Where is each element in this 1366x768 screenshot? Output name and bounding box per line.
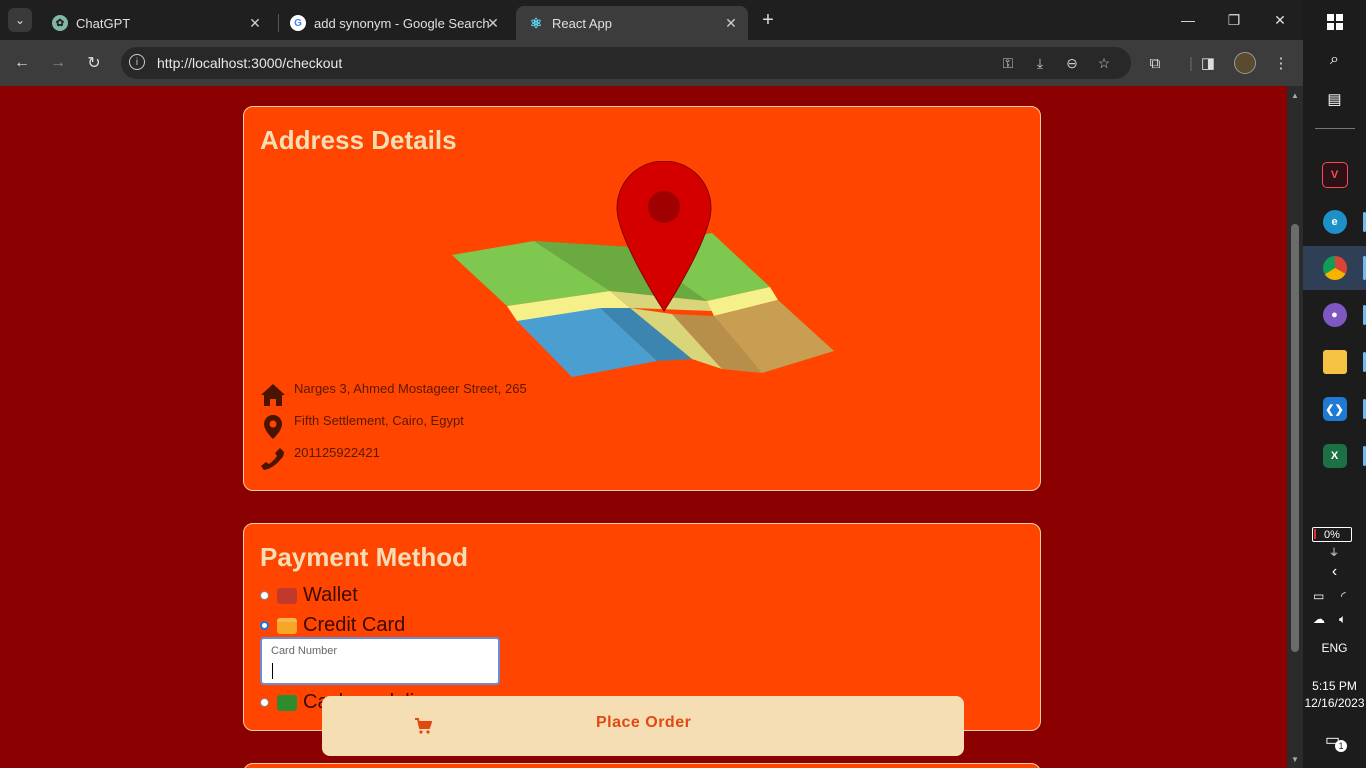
reload-button[interactable]: ↻ — [83, 52, 105, 74]
credit-card-icon — [277, 617, 297, 634]
scroll-down-arrow[interactable]: ▼ — [1287, 752, 1303, 766]
show-hidden-icons-button[interactable]: ‹ — [1303, 563, 1366, 581]
place-order-button[interactable]: Place Order — [322, 696, 964, 756]
home-icon — [261, 384, 285, 406]
scroll-up-arrow[interactable]: ▲ — [1287, 88, 1303, 102]
credit-card-label: Credit Card — [303, 614, 406, 636]
language-indicator[interactable]: ENG — [1303, 641, 1366, 655]
profile-avatar[interactable] — [1234, 52, 1256, 74]
text-caret — [272, 663, 273, 679]
google-icon: G — [290, 15, 306, 31]
place-order-label: Place Order — [596, 714, 692, 731]
volume-icon[interactable]: 🔈︎ — [1339, 612, 1346, 627]
bookmark-star-icon[interactable]: ☆ — [1095, 54, 1113, 72]
search-button[interactable]: ⌕ — [1303, 38, 1366, 82]
taskbar-app-vscode[interactable]: ❮❯ — [1303, 387, 1366, 431]
card-number-field[interactable]: Card Number — [260, 637, 500, 685]
taskbar-divider — [1315, 128, 1355, 129]
phone-icon — [261, 448, 284, 470]
address-card: Address Details Narges 3, Ahmed Mostagee… — [243, 106, 1041, 491]
taskbar-app-file-explorer[interactable] — [1303, 340, 1366, 384]
menu-icon[interactable]: ⋮ — [1270, 52, 1292, 74]
address-title: Address Details — [260, 125, 457, 155]
tab-title: ChatGPT — [76, 15, 131, 31]
minimize-button[interactable]: — — [1165, 0, 1211, 40]
tab-title: React App — [552, 15, 612, 31]
close-icon[interactable]: ✕ — [246, 14, 264, 32]
payment-option-credit-card[interactable]: Credit Card — [260, 614, 405, 637]
clock-date[interactable]: 12/16/2023 — [1303, 696, 1366, 710]
key-icon[interactable]: ⚿ — [999, 54, 1017, 72]
taskbar-app-valorant[interactable]: V — [1303, 153, 1366, 197]
search-icon: ⌕ — [1330, 51, 1339, 68]
tab-bar: ⌄ ✿ ChatGPT ✕ G add synonym - Google Sea… — [0, 0, 1303, 40]
payment-title: Payment Method — [260, 542, 469, 572]
taskbar-app-edge[interactable]: e — [1303, 200, 1366, 244]
close-icon[interactable]: ✕ — [722, 14, 740, 32]
next-section-card — [243, 763, 1041, 768]
charging-plug-icon: ⏚ — [1329, 548, 1339, 559]
valorant-icon: V — [1321, 162, 1348, 188]
page-viewport: Address Details Narges 3, Ahmed Mostagee… — [0, 86, 1287, 768]
address-phone: 201125922421 — [294, 445, 380, 460]
onedrive-icon[interactable]: ☁ — [1313, 612, 1325, 626]
card-number-label: Card Number — [271, 645, 338, 657]
new-tab-button[interactable]: + — [758, 9, 778, 31]
scroll-thumb[interactable] — [1291, 224, 1299, 652]
address-city: Fifth Settlement, Cairo, Egypt — [294, 413, 464, 428]
taskbar-app-chrome[interactable] — [1303, 246, 1366, 290]
battery-saver-icon[interactable]: ▭ — [1313, 589, 1324, 603]
clock-time[interactable]: 5:15 PM — [1303, 679, 1366, 693]
page-scrollbar[interactable]: ▲ ▼ — [1287, 86, 1303, 768]
credit-card-radio[interactable] — [260, 621, 269, 630]
tab-react-app[interactable]: ⚛ React App ✕ — [516, 6, 748, 40]
tab-title: add synonym - Google Search — [314, 15, 490, 31]
payment-option-wallet[interactable]: Wallet — [260, 584, 358, 607]
vscode-icon: ❮❯ — [1322, 397, 1347, 421]
url-text[interactable]: http://localhost:3000/checkout — [157, 55, 342, 71]
cart-icon — [415, 718, 432, 734]
site-info-icon[interactable]: i — [129, 54, 145, 70]
wifi-icon[interactable]: ◜ — [1341, 589, 1346, 603]
edge-icon: e — [1322, 210, 1347, 234]
taskbar-app-github[interactable]: ● — [1303, 293, 1366, 337]
zoom-icon[interactable]: ⊖ — [1063, 54, 1081, 72]
address-bar[interactable]: i http://localhost:3000/checkout ⚿ ⤓ ⊖ ☆ — [121, 47, 1131, 79]
battery-indicator[interactable]: 0% — [1312, 527, 1352, 542]
location-pin-icon — [264, 415, 282, 439]
taskbar-app-excel[interactable]: X — [1303, 434, 1366, 478]
wallet-icon — [277, 587, 297, 604]
folder-icon — [1322, 350, 1347, 374]
windows-taskbar: ⌕ ▤ V e ● ❮❯ X ⏚ ‹ ▭ ◜ ☁ 🔈︎ ENG 5:15 PM … — [1303, 0, 1366, 768]
cash-icon — [277, 694, 297, 711]
task-view-icon: ▤ — [1327, 91, 1342, 108]
side-panel-icon[interactable]: ◨ — [1197, 52, 1219, 74]
chatgpt-icon: ✿ — [52, 15, 68, 31]
chrome-icon — [1322, 256, 1347, 280]
map-illustration — [452, 161, 834, 377]
forward-button[interactable]: → — [47, 52, 69, 74]
excel-icon: X — [1322, 444, 1347, 468]
react-icon: ⚛ — [529, 14, 543, 31]
restore-button[interactable]: ❐ — [1211, 0, 1257, 40]
wallet-radio[interactable] — [260, 591, 269, 600]
notification-count-badge: 1 — [1335, 740, 1347, 752]
tab-chatgpt[interactable]: ✿ ChatGPT ✕ — [40, 6, 272, 40]
task-view-button[interactable]: ▤ — [1303, 77, 1366, 121]
windows-icon — [1326, 14, 1343, 30]
github-icon: ● — [1322, 303, 1347, 327]
install-app-icon[interactable]: ⤓ — [1031, 54, 1049, 72]
wallet-label: Wallet — [303, 584, 358, 606]
tab-search-button[interactable]: ⌄ — [8, 8, 32, 32]
back-button[interactable]: ← — [11, 52, 33, 74]
address-street: Narges 3, Ahmed Mostageer Street, 265 — [294, 381, 527, 396]
close-icon[interactable]: ✕ — [484, 14, 502, 32]
tab-google-search[interactable]: G add synonym - Google Search ✕ — [278, 6, 510, 40]
cash-radio[interactable] — [260, 698, 269, 707]
close-window-button[interactable]: ✕ — [1257, 0, 1303, 40]
extensions-icon[interactable]: ⧉ — [1144, 52, 1166, 74]
browser-toolbar: ← → ↻ i http://localhost:3000/checkout ⚿… — [0, 40, 1303, 86]
